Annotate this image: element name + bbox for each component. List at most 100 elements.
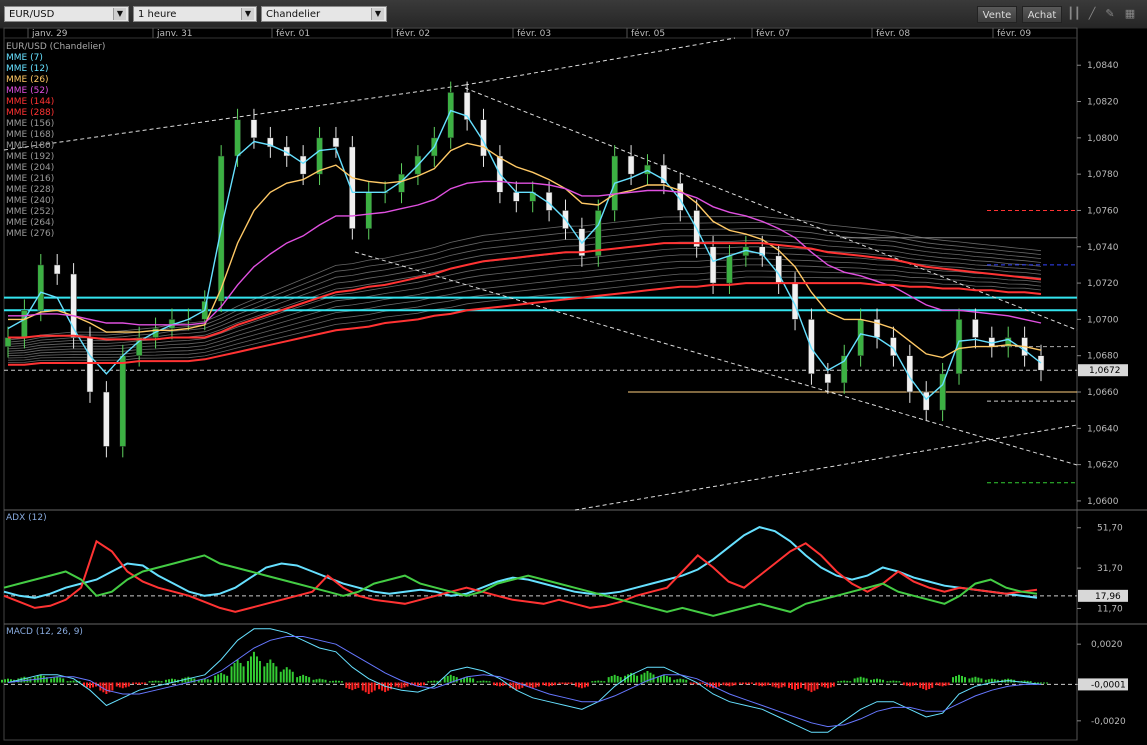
candle-body [21, 310, 28, 338]
macd-histogram-bar [384, 682, 387, 693]
macd-histogram-bar [167, 679, 170, 683]
macd-histogram-bar [209, 679, 212, 683]
macd-histogram-bar [351, 682, 354, 691]
macd-histogram-bar [554, 682, 557, 686]
macd-histogram-bar [59, 677, 62, 683]
date-label: févr. 07 [756, 28, 790, 39]
macd-histogram-bar [266, 662, 269, 683]
macd-histogram-bar [187, 676, 190, 683]
macd-histogram-bar [955, 675, 958, 683]
macd-histogram-bar [944, 682, 947, 686]
macd-histogram-bar [843, 680, 846, 683]
macd-histogram-bar [656, 677, 659, 683]
macd-histogram-bar [328, 681, 331, 683]
y-tick-label: 1,0680 [1087, 352, 1119, 362]
candle-body [513, 192, 520, 202]
chart-border [3, 27, 1078, 741]
macd-histogram-bar [747, 682, 750, 685]
macd-histogram-bar [682, 679, 685, 683]
macd-histogram-bar [971, 677, 974, 683]
macd-histogram-bar [345, 682, 348, 688]
adx-tick-label: 31,70 [1097, 564, 1123, 574]
macd-histogram-bar [285, 667, 288, 683]
macd-histogram-bar [1043, 682, 1045, 684]
legend-title: EUR/USD (Chandelier) [6, 42, 105, 52]
y-tick-label: 1,0640 [1087, 424, 1119, 434]
macd-histogram-bar [564, 682, 567, 685]
macd-histogram-bar [42, 675, 45, 683]
chart-area[interactable]: ADX (12) MACD (12, 26, 9) janv. 29 janv. … [0, 0, 1147, 745]
macd-histogram-bar [862, 677, 865, 683]
macd-histogram-bar [132, 682, 135, 684]
macd-histogram-bar [597, 680, 600, 683]
macd-histogram-bar [761, 682, 764, 687]
macd-histogram-bar [889, 680, 892, 683]
macd-panel: MACD (12, 26, 9) [1, 627, 1077, 733]
date-label: févr. 03 [517, 28, 551, 39]
macd-histogram-bar [947, 682, 950, 686]
macd-histogram-bar [469, 677, 472, 683]
macd-histogram-bar [252, 651, 255, 683]
legend-item: MME (264) [6, 218, 54, 228]
macd-histogram-bar [443, 677, 446, 683]
macd-histogram-bar [246, 661, 249, 683]
date-label: févr. 09 [997, 28, 1031, 39]
macd-histogram-bar [755, 682, 758, 686]
macd-histogram-bar [987, 679, 990, 683]
date-label: janv. 31 [156, 29, 193, 39]
adx-series-line [3, 554, 1038, 617]
legend-item: MME (180) [6, 141, 54, 151]
macd-histogram-bar [419, 682, 422, 686]
macd-histogram-bar [665, 675, 668, 683]
macd-histogram-bar [160, 681, 163, 683]
candle-body [119, 355, 127, 447]
macd-histogram-bar [69, 680, 72, 683]
macd-histogram-bar [102, 682, 105, 693]
macd-histogram-bar [643, 672, 646, 683]
legend-item: MME (52) [6, 86, 49, 96]
macd-histogram-bar [771, 682, 774, 687]
macd-histogram-bar [685, 679, 688, 683]
legend-item: MME (156) [6, 119, 54, 129]
macd-histogram-bar [282, 669, 285, 683]
macd-histogram-bar [249, 656, 252, 683]
macd-histogram-bar [164, 679, 167, 683]
macd-histogram-bar [816, 682, 819, 690]
legend-item: MME (252) [6, 207, 54, 217]
legend-item: MME (228) [6, 185, 54, 195]
ema-ribbon-line [7, 276, 1042, 363]
macd-histogram-bar [750, 682, 753, 684]
macd-title: MACD (12, 26, 9) [6, 627, 83, 637]
macd-histogram-bar [485, 680, 488, 683]
y-tick-label: 1,0720 [1087, 279, 1119, 289]
macd-histogram-bar [331, 680, 334, 683]
adx-value-label: 17,96 [1095, 592, 1121, 602]
macd-histogram-bar [820, 682, 823, 687]
macd-histogram-bar [791, 682, 794, 690]
macd-histogram-bar [531, 682, 534, 689]
macd-histogram-bar [1029, 681, 1032, 683]
macd-histogram-bar [88, 682, 91, 689]
macd-histogram-bar [364, 682, 367, 693]
macd-macd-line [7, 628, 1042, 733]
macd-histogram-bar [574, 682, 577, 687]
macd-histogram-bar [853, 678, 856, 683]
macd-histogram-bar [397, 682, 400, 688]
macd-histogram-bar [472, 678, 475, 683]
macd-histogram-bar [741, 682, 744, 685]
macd-histogram-bar [427, 681, 430, 683]
candle-body [365, 192, 372, 229]
macd-histogram-bar [354, 682, 357, 690]
macd-histogram-bar [263, 666, 266, 683]
macd-histogram-bar [567, 682, 570, 685]
macd-histogram-bar [72, 680, 75, 683]
macd-histogram-bar [315, 679, 318, 683]
macd-histogram-bar [1040, 682, 1042, 684]
adx-title: ADX (12) [6, 513, 47, 523]
ema-line [8, 282, 1042, 366]
adx-tick-label: 51,70 [1097, 524, 1123, 534]
macd-histogram-bar [492, 682, 495, 686]
macd-histogram-bar [305, 675, 308, 683]
macd-histogram-bar [673, 679, 676, 683]
macd-histogram-bar [701, 682, 704, 684]
